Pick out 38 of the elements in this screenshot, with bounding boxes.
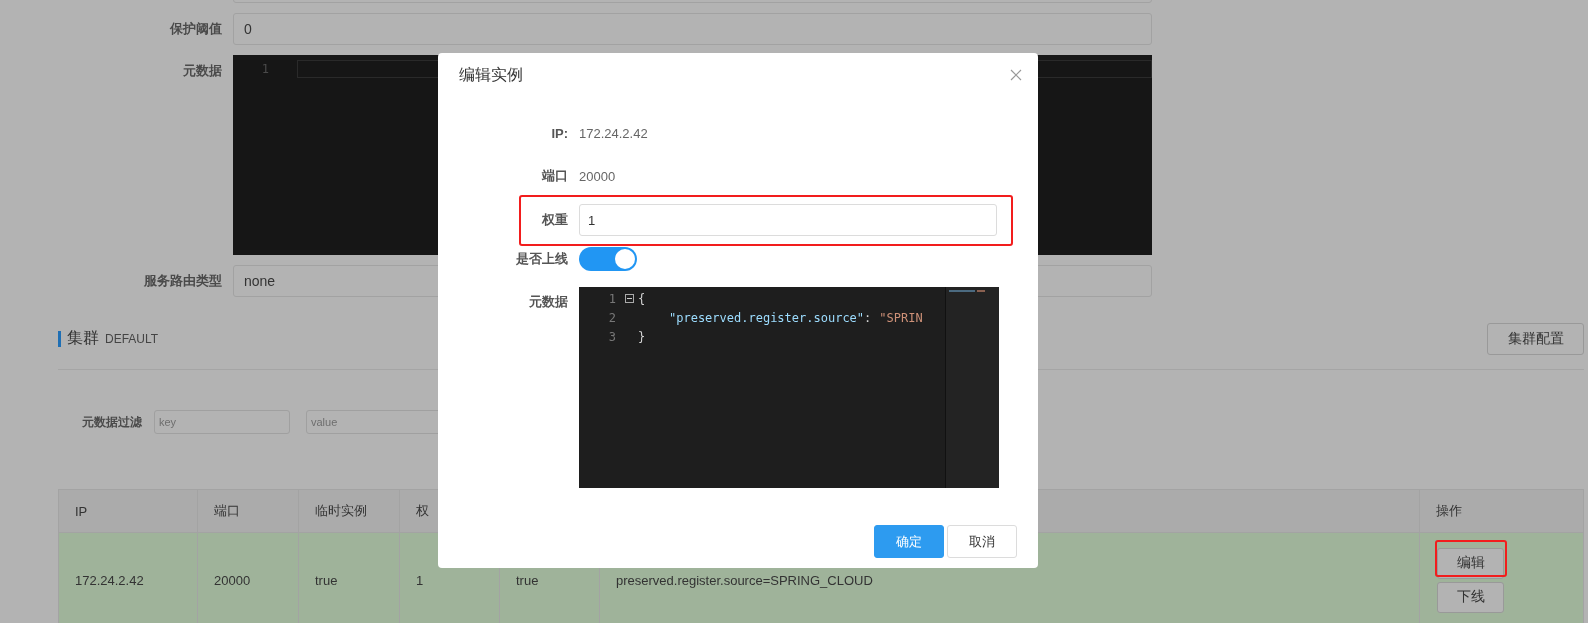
table-cell: 20000 [198, 533, 299, 623]
fold-icon[interactable] [624, 294, 634, 303]
action-button[interactable]: 下线 [1437, 581, 1504, 613]
table-cell: 172.24.2.42 [59, 533, 198, 623]
field-label: 元数据 [528, 293, 568, 311]
line-number: 2 [607, 310, 616, 325]
line-number: 1 [607, 291, 616, 306]
field-label: 端口 [540, 167, 568, 185]
field-label: 服务路由类型 [143, 272, 222, 290]
field-label: 是否上线 [515, 250, 568, 268]
column-header: 操作 [1435, 502, 1463, 520]
dialog-title: 编辑实例 [459, 64, 523, 85]
toggle-switch[interactable] [579, 247, 637, 271]
key-field[interactable]: key [154, 410, 290, 434]
cancel-button[interactable]: 取消 [947, 525, 1017, 558]
field-value: 20000 [579, 168, 617, 184]
code-line: { [638, 291, 646, 306]
field-value: none [244, 273, 276, 289]
field-label: IP: [550, 125, 568, 141]
action-button[interactable]: 编辑 [1437, 547, 1504, 579]
filter-label: 元数据过滤 [82, 413, 143, 431]
close-icon[interactable] [1010, 69, 1022, 81]
section-title: 集群 [67, 328, 99, 348]
field-label: 元数据 [182, 62, 222, 80]
weight-field[interactable]: 1 [579, 204, 997, 236]
input-field[interactable]: 0 [233, 13, 1152, 45]
field-label: 保护阈值 [168, 20, 222, 38]
cluster-config-button[interactable]: 集群配置 [1487, 322, 1584, 355]
table-cell: true [299, 533, 400, 623]
cluster-name: DEFAULT [105, 331, 159, 346]
field-value: 0 [244, 21, 252, 37]
code-line: "preserved.register.source": "SPRIN [669, 310, 923, 325]
code-line: } [638, 329, 646, 344]
field-label: 权重 [541, 211, 568, 229]
code-editor[interactable]: 1 { 2 "preserved.register.source": "SPRIN 3 } [579, 287, 999, 488]
field-value: 172.24.2.42 [579, 125, 649, 141]
line-number: 3 [607, 329, 616, 344]
accent-bar [58, 330, 61, 347]
